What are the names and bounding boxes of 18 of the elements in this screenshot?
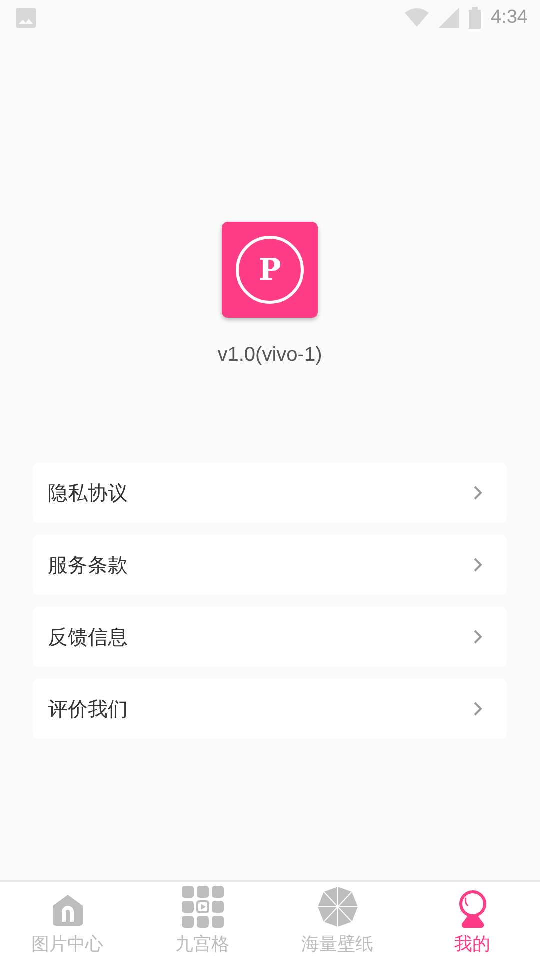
menu-item[interactable]: 反馈信息 (33, 607, 507, 667)
chevron-right-icon (473, 485, 483, 501)
battery-icon (469, 7, 482, 29)
menu-item[interactable]: 服务条款 (33, 535, 507, 595)
signal-icon (439, 8, 460, 28)
grid-icon (182, 886, 224, 928)
umbrella-icon (316, 886, 358, 928)
app-logo: P (222, 222, 318, 318)
menu-item[interactable]: 隐私协议 (33, 463, 507, 523)
chevron-right-icon (473, 557, 483, 573)
chevron-right-icon (473, 629, 483, 645)
menu-item[interactable]: 评价我们 (33, 679, 507, 739)
wifi-icon (405, 8, 430, 28)
chevron-right-icon (473, 701, 483, 717)
profile-icon (456, 890, 488, 928)
version-text: v1.0(vivo-1) (218, 344, 322, 367)
clock-time: 4:34 (491, 7, 528, 29)
image-icon (16, 8, 36, 28)
